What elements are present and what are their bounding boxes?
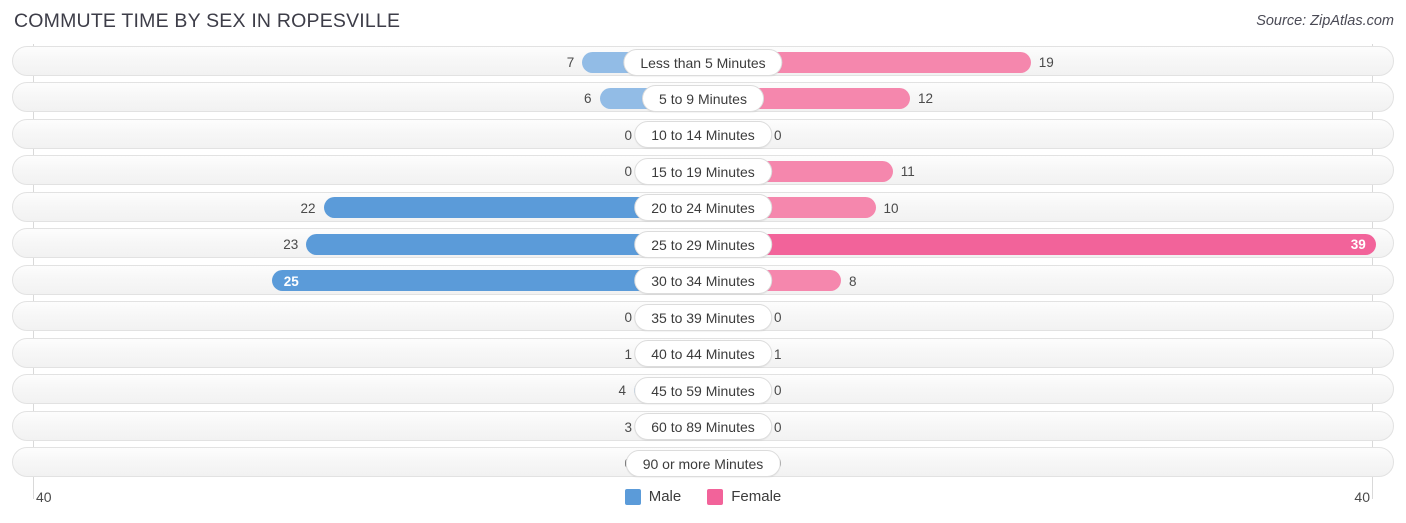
chart-row: 4 0 45 to 59 Minutes [0, 372, 1406, 408]
value-label-female: 0 [774, 127, 782, 143]
value-label-male: 22 [300, 200, 316, 216]
chart-plot-area: 7 19 Less than 5 Minutes 6 12 5 to 9 Minutes 0… [0, 44, 1406, 499]
category-label-pill: 25 to 29 Minutes [634, 230, 772, 258]
chart-row: 0 0 35 to 39 Minutes [0, 299, 1406, 335]
value-label-female: 19 [1038, 55, 1054, 70]
value-label-female: 0 [774, 419, 782, 435]
category-label-pill: 15 to 19 Minutes [634, 157, 772, 185]
chart-footer: 40 40 Male Female [0, 485, 1406, 523]
value-label-female: 0 [774, 453, 826, 474]
legend-swatch-male-icon [624, 488, 641, 505]
chart-row: 23 39 25 to 29 Minutes [0, 226, 1406, 262]
legend-swatch-female-icon [707, 488, 724, 505]
legend-item-male[interactable]: Male [624, 488, 682, 505]
legend-item-female[interactable]: Female [707, 488, 781, 505]
chart-row: 1 1 40 to 44 Minutes [0, 336, 1406, 372]
chart-row: 22 10 20 to 24 Minutes [0, 190, 1406, 226]
value-label-male: 0 [624, 310, 632, 326]
value-label-male: 7 [566, 55, 575, 70]
chart-row: 6 12 5 to 9 Minutes [0, 80, 1406, 116]
category-label-pill: 40 to 44 Minutes [634, 340, 772, 368]
chart-row: 0 11 15 to 19 Minutes [0, 153, 1406, 189]
value-label-male: 0 [624, 164, 632, 180]
category-label-pill: 5 to 9 Minutes [642, 84, 764, 112]
value-label-male: 4 [618, 383, 626, 399]
value-label-male: 3 [624, 419, 632, 435]
value-label-female: 1 [774, 346, 782, 362]
bar-female[interactable] [703, 233, 1376, 255]
category-label-pill: 90 or more Minutes [625, 449, 781, 477]
category-label-pill: 30 to 34 Minutes [634, 267, 772, 295]
chart-legend: Male Female [0, 488, 1406, 505]
value-label-male: 25 [283, 273, 299, 289]
page-title: COMMUTE TIME BY SEX IN ROPESVILLE [14, 10, 401, 32]
chart-row: 3 0 60 to 89 Minutes [0, 409, 1406, 445]
chart-row: 25 8 30 to 34 Minutes [0, 263, 1406, 299]
source-attribution: Source: ZipAtlas.com [1256, 13, 1394, 29]
category-label-pill: Less than 5 Minutes [623, 48, 783, 76]
category-label-pill: 20 to 24 Minutes [634, 194, 772, 222]
category-label-pill: 45 to 59 Minutes [634, 376, 772, 404]
value-label-female: 39 [1350, 237, 1366, 253]
chart-row: 7 19 Less than 5 Minutes [0, 44, 1406, 80]
chart-rows: 7 19 Less than 5 Minutes 6 12 5 to 9 Minutes 0… [0, 44, 1406, 482]
value-label-female: 0 [774, 310, 782, 326]
value-label-female: 12 [918, 91, 934, 107]
chart-row: 0 090 or more Minutes [0, 445, 1406, 481]
legend-label-male: Male [648, 488, 682, 505]
value-label-female: 8 [849, 273, 857, 289]
chart-row: 0 0 10 to 14 Minutes [0, 117, 1406, 153]
category-label-pill: 10 to 14 Minutes [634, 121, 772, 149]
value-label-female: 0 [774, 383, 782, 399]
legend-label-female: Female [731, 488, 782, 505]
category-label-pill: 60 to 89 Minutes [634, 413, 772, 441]
value-label-male: 0 [580, 453, 632, 474]
category-label-pill: 35 to 39 Minutes [634, 303, 772, 331]
value-label-male: 6 [583, 91, 592, 107]
value-label-female: 10 [883, 200, 899, 216]
value-label-male: 0 [624, 127, 632, 143]
value-label-male: 1 [624, 346, 632, 362]
value-label-male: 23 [283, 237, 299, 253]
value-label-female: 11 [900, 164, 915, 180]
chart-header: COMMUTE TIME BY SEX IN ROPESVILLE Source… [0, 0, 1406, 44]
